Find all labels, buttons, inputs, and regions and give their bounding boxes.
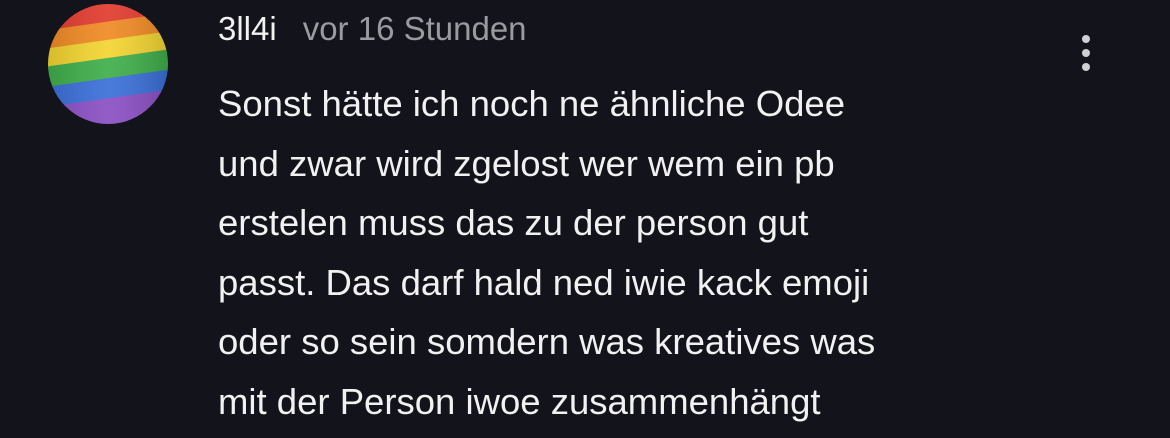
- author-name[interactable]: 3ll4i: [218, 10, 277, 48]
- comment-text: Sonst hätte ich noch ne ähnliche Odee un…: [218, 74, 1048, 431]
- comment-text-line: oder so sein somdern was kreatives was: [218, 321, 876, 362]
- menu-dot: [1082, 63, 1090, 71]
- timestamp: vor 16 Stunden: [302, 10, 527, 47]
- comment-text-line: erstelen muss das zu der person gut: [218, 202, 809, 243]
- menu-dot: [1082, 49, 1090, 57]
- comment-text-line: mit der Person iwoe zusammenhängt: [218, 380, 821, 422]
- more-vertical-icon[interactable]: [1068, 32, 1104, 74]
- comment-text-line: und zwar wird zgelost wer wem ein pb: [218, 142, 835, 184]
- comment-text-line: Sonst hätte ich noch ne ähnliche Odee: [218, 83, 846, 124]
- comment-text-line: passt. Das darf hald ned iwie kack emoji: [218, 261, 870, 303]
- menu-dot: [1082, 35, 1090, 43]
- rainbow-flag-avatar-icon: [48, 4, 168, 124]
- comment-header: 3ll4i vor 16 Stunden: [218, 10, 527, 54]
- comment-card: 3ll4i vor 16 Stunden Sonst hätte ich noc…: [0, 0, 1170, 438]
- avatar[interactable]: [48, 4, 168, 124]
